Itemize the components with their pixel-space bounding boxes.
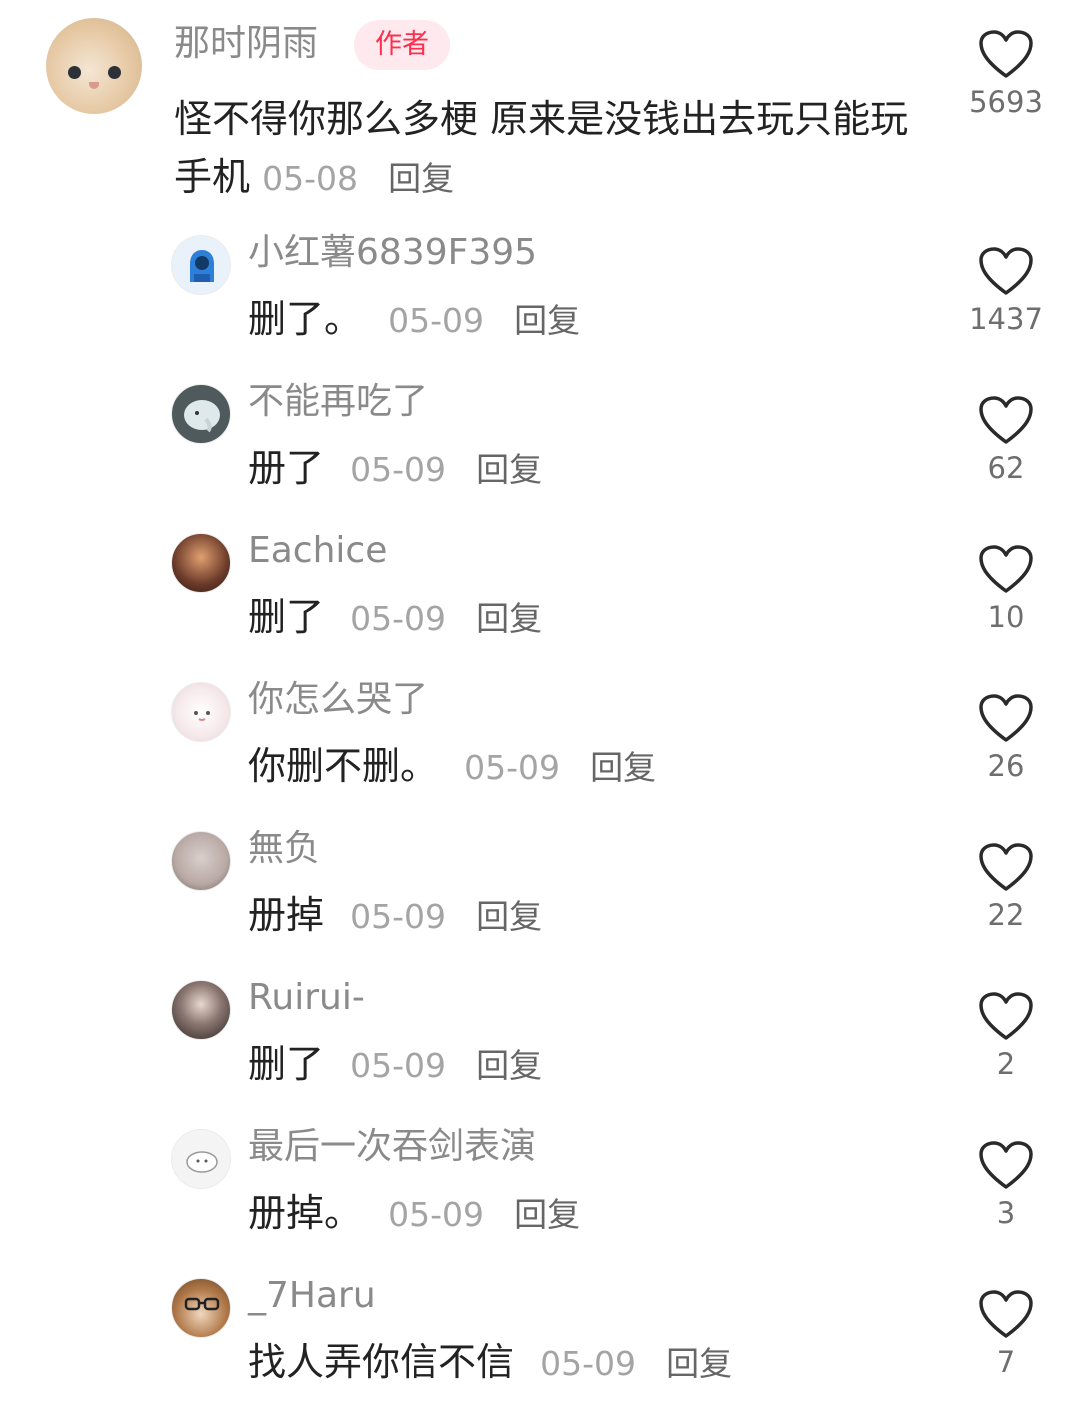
reply-avatar[interactable] [171,235,231,295]
heart-icon [979,396,1033,444]
comment-date: 05-08 [262,159,358,198]
reply-body: 删了 05-09 回复 [248,591,542,645]
reply-username[interactable]: 小红薯6839F395 [248,229,537,277]
reply-text: 删了 [248,1042,325,1086]
reply-username[interactable]: 最后一次吞剑表演 [248,1123,536,1171]
like-button[interactable]: 7 [966,1290,1046,1380]
reply-item: _7Haru 找人弄你信不信 05-09 回复 7 [0,1275,1080,1426]
heart-icon [979,545,1033,593]
heart-icon [979,694,1033,742]
cloud-icon [186,1151,218,1173]
reply-item: 最后一次吞剑表演 册掉。 05-09 回复 3 [0,1126,1080,1277]
reply-avatar[interactable] [171,533,231,593]
like-button[interactable]: 1437 [966,247,1046,337]
reply-body: 删了。 05-09 回复 [248,293,580,347]
reply-username[interactable]: _7Haru [248,1272,376,1320]
reply-body: 册掉。 05-09 回复 [248,1187,580,1241]
heart-icon [979,247,1033,295]
reply-button[interactable]: 回复 [476,897,542,936]
reply-button[interactable]: 回复 [476,450,542,489]
like-button[interactable]: 5693 [966,30,1046,120]
like-button[interactable]: 10 [966,545,1046,635]
glasses-icon [184,1297,220,1311]
reply-text: 你删不删。 [248,744,439,788]
reply-text: 册掉。 [248,1191,363,1235]
elephant-icon [184,400,220,433]
reply-username[interactable]: 不能再吃了 [248,378,428,426]
avatar-eye [68,66,81,79]
heart-icon [979,1290,1033,1338]
like-button[interactable]: 2 [966,992,1046,1082]
author-badge: 作者 [354,20,450,70]
reply-date: 05-09 [540,1344,636,1383]
reply-item: Ruirui- 删了 05-09 回复 2 [0,977,1080,1128]
like-count: 7 [996,1345,1016,1379]
reply-avatar[interactable] [171,1278,231,1338]
reply-username[interactable]: Ruirui- [248,974,365,1022]
reply-date: 05-09 [350,897,446,936]
reply-button[interactable]: 回复 [388,159,454,198]
reply-item: 無负 册掉 05-09 回复 22 [0,828,1080,979]
author-avatar[interactable] [46,18,142,114]
like-button[interactable]: 22 [966,843,1046,933]
reply-username[interactable]: 你怎么哭了 [248,676,428,724]
reply-item: 不能再吃了 册了 05-09 回复 62 [0,381,1080,532]
like-count: 10 [987,600,1025,634]
like-count: 3 [996,1196,1016,1230]
heart-icon [979,1141,1033,1189]
reply-body: 找人弄你信不信 05-09 回复 [248,1336,732,1390]
reply-button[interactable]: 回复 [666,1344,732,1383]
like-count: 1437 [969,302,1043,336]
heart-icon [979,992,1033,1040]
reply-date: 05-09 [350,450,446,489]
heart-icon [979,843,1033,891]
reply-body: 你删不删。 05-09 回复 [248,740,656,794]
reply-button[interactable]: 回复 [476,1046,542,1085]
avatar-eye [108,66,121,79]
like-button[interactable]: 62 [966,396,1046,486]
heart-icon [979,30,1033,78]
like-count: 62 [987,451,1025,485]
like-count: 26 [987,749,1025,783]
reply-item: 你怎么哭了 你删不删。 05-09 回复 26 [0,679,1080,830]
reply-date: 05-09 [350,599,446,638]
reply-avatar[interactable] [171,980,231,1040]
reply-body: 删了 05-09 回复 [248,1038,542,1092]
reply-avatar[interactable] [171,1129,231,1189]
reply-avatar[interactable] [171,682,231,742]
blob-face-icon [194,711,210,721]
like-count: 22 [987,898,1025,932]
reply-username[interactable]: Eachice [248,527,387,575]
like-count: 5693 [969,85,1043,119]
reply-date: 05-09 [350,1046,446,1085]
reply-avatar[interactable] [171,831,231,891]
reply-date: 05-09 [388,1195,484,1234]
reply-body: 册掉 05-09 回复 [248,889,542,943]
reply-button[interactable]: 回复 [590,748,656,787]
reply-date: 05-09 [388,301,484,340]
main-comment-body: 怪不得你那么多梗 原来是没钱出去玩只能玩手机 05-08 回复 [174,90,914,208]
hoodie-icon [190,250,214,282]
reply-button[interactable]: 回复 [514,301,580,340]
like-count: 2 [996,1047,1016,1081]
reply-text: 册了 [248,446,325,490]
reply-date: 05-09 [464,748,560,787]
reply-body: 册了 05-09 回复 [248,442,542,496]
reply-text: 删了。 [248,297,363,341]
reply-button[interactable]: 回复 [514,1195,580,1234]
reply-text: 册掉 [248,893,325,937]
author-username[interactable]: 那时阴雨 [174,20,318,68]
reply-text: 删了 [248,595,325,639]
like-button[interactable]: 3 [966,1141,1046,1231]
like-button[interactable]: 26 [966,694,1046,784]
reply-item: Eachice 删了 05-09 回复 10 [0,530,1080,681]
reply-button[interactable]: 回复 [476,599,542,638]
reply-avatar[interactable] [171,384,231,444]
reply-username[interactable]: 無负 [248,825,320,873]
reply-text: 找人弄你信不信 [248,1340,515,1384]
reply-item: 小红薯6839F395 删了。 05-09 回复 1437 [0,232,1080,383]
avatar-nose [89,82,99,89]
